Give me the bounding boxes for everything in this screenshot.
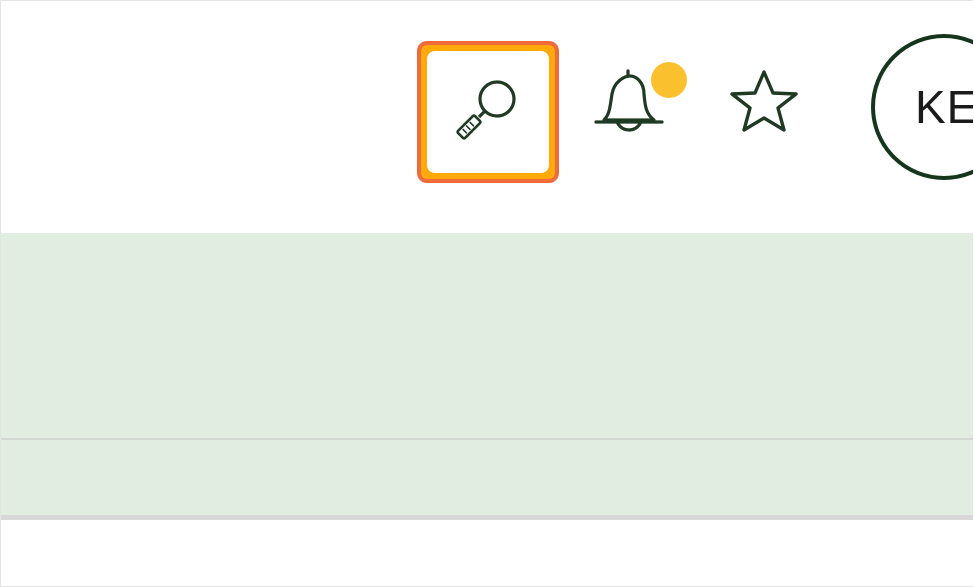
magnifier-search-icon (451, 73, 525, 152)
lower-content-area (1, 520, 973, 586)
top-bar: KE (1, 1, 973, 233)
favorites-button[interactable] (719, 59, 809, 149)
star-icon (726, 66, 802, 143)
band-divider (1, 438, 973, 440)
content-band (1, 233, 973, 517)
user-avatar[interactable]: KE (871, 34, 973, 180)
search-button[interactable] (417, 41, 559, 183)
avatar-initials: KE (915, 81, 973, 133)
app-frame: KE (0, 0, 973, 587)
notification-badge (651, 62, 687, 98)
search-button-inner (427, 51, 549, 173)
